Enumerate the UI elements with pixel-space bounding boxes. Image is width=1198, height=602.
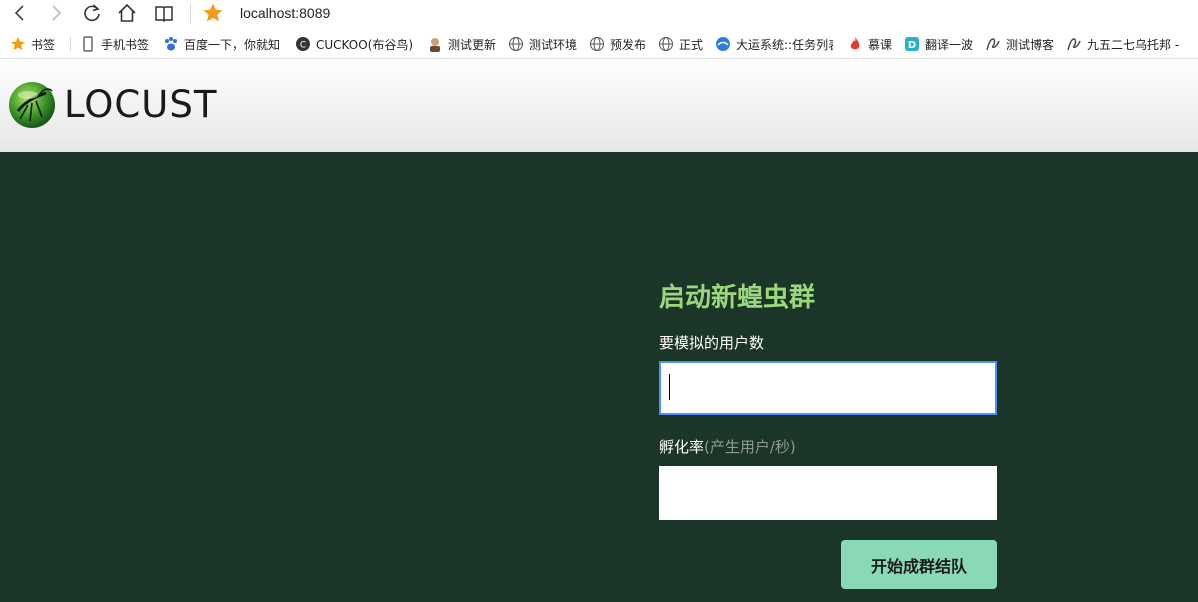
blog-icon bbox=[985, 36, 1001, 52]
bookmark-item[interactable]: 正式 bbox=[658, 35, 703, 53]
bookmark-label: 测试环境 bbox=[529, 37, 578, 52]
bookmark-item[interactable]: D 翻译一波 bbox=[904, 35, 973, 53]
address-bar[interactable]: localhost:8089 bbox=[240, 5, 330, 21]
system-globe-icon bbox=[715, 36, 731, 52]
bookmark-item[interactable]: 大运系统::任务列表 bbox=[715, 35, 833, 53]
users-count-input[interactable] bbox=[659, 361, 997, 415]
star-icon bbox=[10, 36, 26, 52]
bookmark-separator bbox=[70, 37, 71, 51]
bookmark-label: 百度一下，你就知 bbox=[184, 37, 281, 52]
bookmarks-bar: 书签 手机书签 百度一下，你就知 C CUCKOO(布谷鸟) 测试更新 测试环境… bbox=[0, 29, 1198, 59]
bookmark-item[interactable]: 预发布 bbox=[589, 35, 646, 53]
bookmark-label: 九五二七乌托邦 - bbox=[1087, 37, 1180, 52]
back-icon[interactable] bbox=[7, 0, 33, 26]
bookmark-item[interactable]: 慕课 bbox=[847, 35, 892, 53]
form-title: 启动新蝗虫群 bbox=[659, 283, 816, 313]
bookmark-item[interactable]: 百度一下，你就知 bbox=[163, 35, 283, 53]
baidu-paw-icon bbox=[163, 36, 179, 52]
bookmark-item[interactable]: 书签 bbox=[10, 35, 55, 53]
reload-icon[interactable] bbox=[79, 0, 105, 26]
favorite-star-icon[interactable] bbox=[202, 2, 224, 24]
bookmark-item[interactable]: 测试环境 bbox=[508, 35, 577, 53]
bookmark-label: 大运系统::任务列表 bbox=[736, 37, 833, 52]
avatar-icon bbox=[427, 36, 443, 52]
app-logo-text: LOCUST bbox=[64, 83, 218, 126]
toolbar-separator bbox=[190, 4, 191, 24]
hatch-rate-input[interactable] bbox=[659, 466, 997, 520]
bookmark-label: 翻译一波 bbox=[925, 37, 974, 52]
bookmark-label: 预发布 bbox=[610, 37, 647, 52]
globe-icon bbox=[508, 36, 524, 52]
bookmark-label: 测试博客 bbox=[1006, 37, 1055, 52]
bookmark-item[interactable]: 手机书签 bbox=[80, 35, 155, 53]
reading-mode-icon[interactable] bbox=[151, 0, 177, 26]
hatch-rate-hint: (产生用户/秒) bbox=[704, 438, 796, 456]
phone-icon bbox=[80, 36, 96, 52]
app-header: LOCUST bbox=[0, 59, 1198, 152]
flame-icon bbox=[847, 36, 863, 52]
users-label: 要模拟的用户数 bbox=[659, 332, 764, 353]
bookmark-item[interactable]: 测试更新 bbox=[427, 35, 496, 53]
cuckoo-icon: C bbox=[295, 36, 311, 52]
bookmark-label: 手机书签 bbox=[101, 37, 150, 52]
locust-logo-icon[interactable] bbox=[8, 81, 56, 129]
start-swarming-button[interactable]: 开始成群结队 bbox=[841, 540, 997, 589]
bookmark-item[interactable]: 九五二七乌托邦 - bbox=[1066, 35, 1186, 53]
home-icon[interactable] bbox=[114, 0, 140, 26]
svg-text:D: D bbox=[908, 40, 916, 51]
blog-icon bbox=[1066, 36, 1082, 52]
hatch-rate-label: 孵化率(产生用户/秒) bbox=[659, 436, 796, 457]
bookmark-label: 测试更新 bbox=[448, 37, 497, 52]
bookmark-label: 慕课 bbox=[868, 37, 893, 52]
bookmark-item[interactable]: C CUCKOO(布谷鸟) bbox=[295, 35, 413, 53]
globe-icon bbox=[589, 36, 605, 52]
globe-icon bbox=[658, 36, 674, 52]
svg-text:C: C bbox=[300, 41, 306, 51]
translate-icon: D bbox=[904, 36, 920, 52]
users-label-text: 要模拟的用户数 bbox=[659, 334, 765, 352]
bookmark-label: 正式 bbox=[679, 37, 704, 52]
forward-icon[interactable] bbox=[43, 0, 69, 26]
bookmark-label: 书签 bbox=[31, 37, 56, 52]
bookmark-item[interactable]: 测试博客 bbox=[985, 35, 1054, 53]
text-caret bbox=[669, 374, 670, 400]
main-content: 启动新蝗虫群 要模拟的用户数 孵化率(产生用户/秒) 开始成群结队 bbox=[0, 152, 1198, 602]
browser-toolbar: localhost:8089 bbox=[0, 0, 1198, 29]
hatch-rate-label-text: 孵化率 bbox=[659, 438, 705, 456]
bookmark-label: CUCKOO(布谷鸟) bbox=[316, 37, 413, 52]
